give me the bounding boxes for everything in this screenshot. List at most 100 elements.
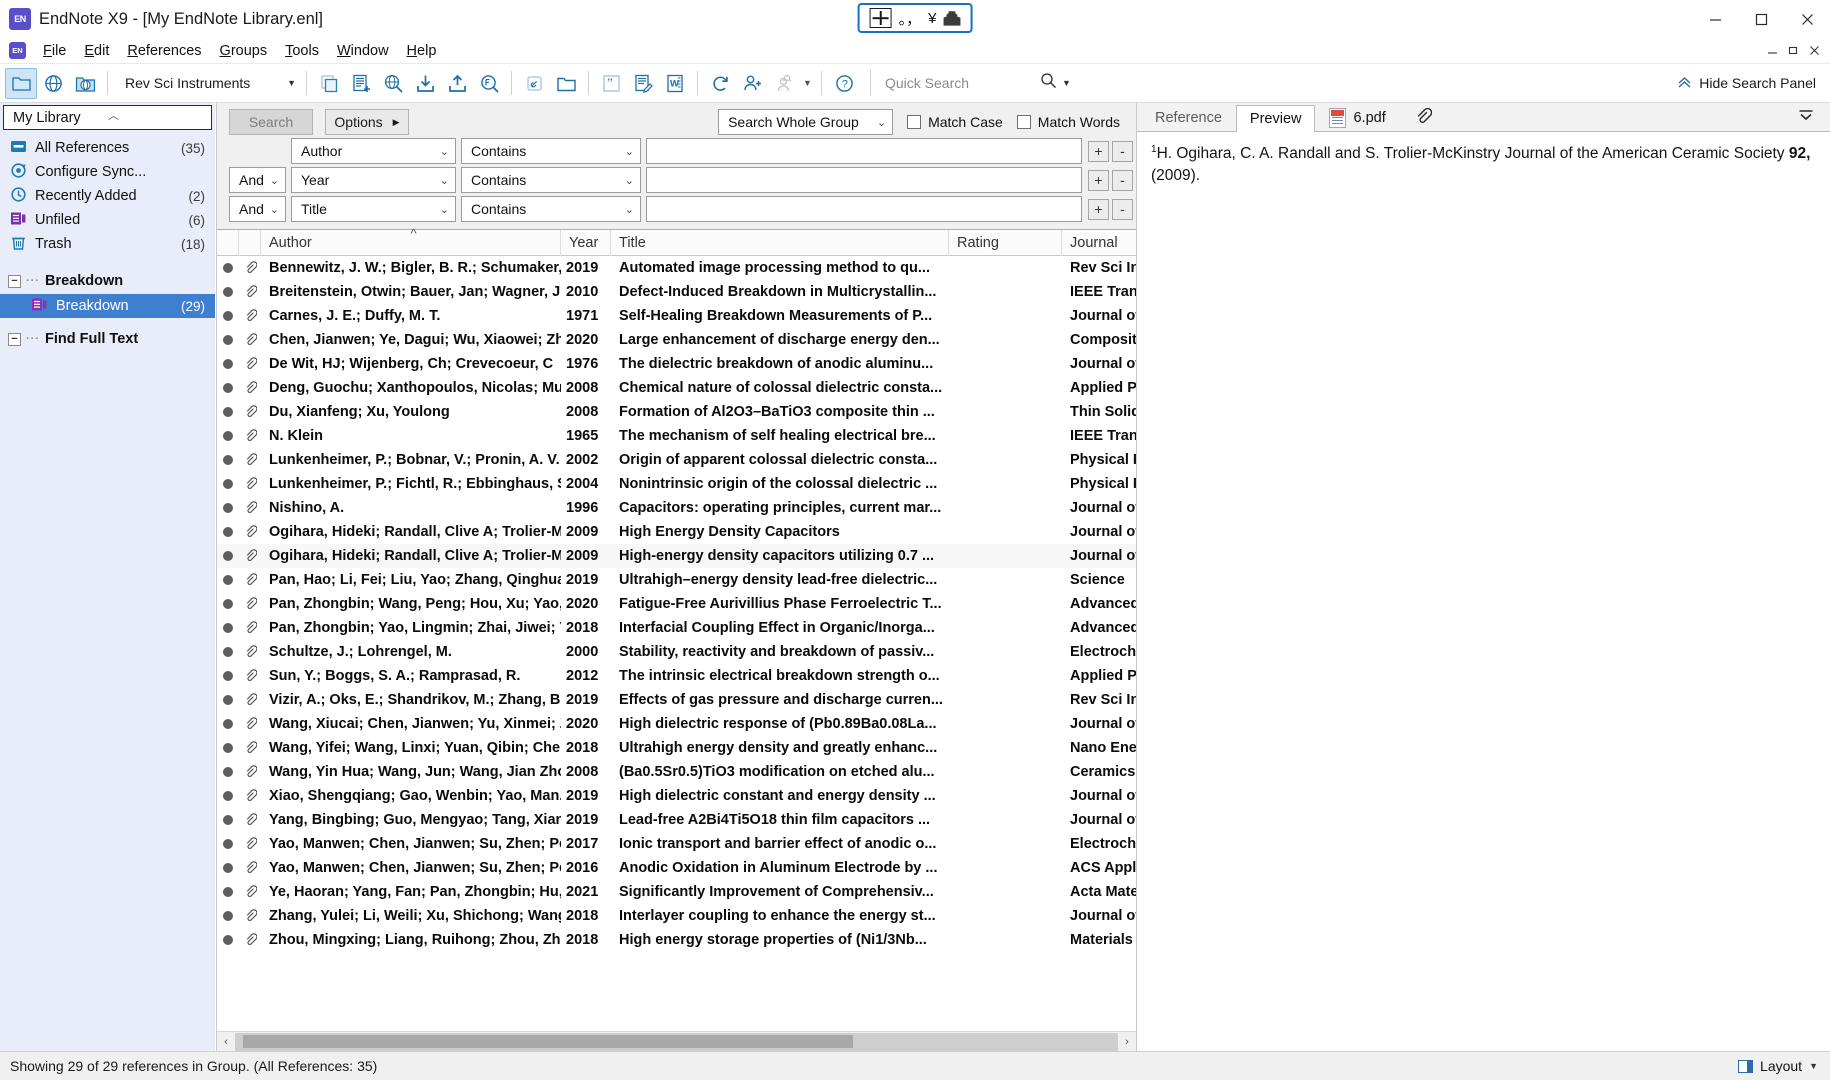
horizontal-scrollbar[interactable]: ‹ › [217,1031,1136,1051]
table-row[interactable]: Carnes, J. E.; Duffy, M. T. 1971 Self-Heal… [217,304,1136,328]
menu-item-edit[interactable]: Edit [75,41,118,61]
attachment-paperclip-icon[interactable] [239,712,261,736]
remove-search-row-button[interactable]: - [1112,198,1133,220]
sync-icon[interactable] [704,68,736,99]
table-row[interactable]: Wang, Yin Hua; Wang, Jun; Wang, Jian Zho… [217,760,1136,784]
export-icon[interactable] [441,68,473,99]
read-status-icon[interactable] [217,616,239,640]
table-row[interactable]: Ye, Haoran; Yang, Fan; Pan, Zhongbin; Hu… [217,880,1136,904]
add-search-row-button[interactable]: + [1088,140,1109,162]
menu-item-references[interactable]: References [118,41,210,61]
menu-item-tools[interactable]: Tools [276,41,328,61]
ime-toolbar[interactable]: 。， ¥ [857,3,973,33]
table-row[interactable]: Zhou, Mingxing; Liang, Ruihong; Zhou, Zh… [217,928,1136,952]
attachment-paperclip-icon[interactable] [239,256,261,280]
table-row[interactable]: Breitenstein, Otwin; Bauer, Jan; Wagner,… [217,280,1136,304]
remove-search-row-button[interactable]: - [1112,169,1133,191]
ime-punctuation-label[interactable]: 。， [899,8,922,29]
sidebar-item-all-references[interactable]: All References (35) [0,136,215,160]
column-header-journal[interactable]: Journal [1062,230,1136,256]
layout-button[interactable]: Layout ▼ [1738,1058,1830,1074]
attachment-paperclip-icon[interactable] [239,880,261,904]
search-operator-select[interactable]: Contains ⌄ [461,167,641,193]
attachment-paperclip-icon[interactable] [239,424,261,448]
attachment-paperclip-icon[interactable] [239,496,261,520]
table-row[interactable]: Vizir, A.; Oks, E.; Shandrikov, M.; Zhan… [217,688,1136,712]
options-button[interactable]: Options ▶ [325,109,409,135]
read-status-icon[interactable] [217,688,239,712]
sidebar-item-trash[interactable]: Trash (18) [0,232,215,256]
attachment-paperclip-icon[interactable] [239,352,261,376]
column-header-rating[interactable]: Rating [949,229,1062,256]
attachment-paperclip-icon[interactable] [239,856,261,880]
search-operator-select[interactable]: Contains ⌄ [461,196,641,222]
attachment-paperclip-icon[interactable] [239,592,261,616]
search-field-select[interactable]: Title ⌄ [291,196,456,222]
column-header-attachment[interactable] [239,229,261,256]
table-row[interactable]: Sun, Y.; Boggs, S. A.; Ramprasad, R. 2012… [217,664,1136,688]
match-case-checkbox[interactable]: Match Case [907,114,1003,130]
share-icon[interactable] [736,68,768,99]
import-icon[interactable] [409,68,441,99]
menu-item-file[interactable]: File [34,41,75,61]
search-operator-select[interactable]: Contains ⌄ [461,138,641,164]
read-status-icon[interactable] [217,424,239,448]
table-row[interactable]: Pan, Zhongbin; Yao, Lingmin; Zhai, Jiwei… [217,616,1136,640]
attachment-paperclip-icon[interactable] [239,928,261,952]
read-status-icon[interactable] [217,520,239,544]
attachment-paperclip-icon[interactable] [239,400,261,424]
attachment-paperclip-icon[interactable] [239,664,261,688]
edit-reference-icon[interactable] [627,68,659,99]
mdi-restore-button[interactable] [1784,41,1803,60]
new-reference-icon[interactable] [345,68,377,99]
attachment-paperclip-icon[interactable] [239,616,261,640]
search-scope-select[interactable]: Search Whole Group ⌄ [718,109,894,135]
scroll-left-icon[interactable]: ‹ [217,1033,235,1051]
table-row[interactable]: Lunkenheimer, P.; Fichtl, R.; Ebbinghaus… [217,472,1136,496]
attachment-paperclip-icon[interactable] [239,832,261,856]
read-status-icon[interactable] [217,376,239,400]
table-row[interactable]: Yang, Bingbing; Guo, Mengyao; Tang, Xian… [217,808,1136,832]
add-search-row-button[interactable]: + [1088,169,1109,191]
remove-search-row-button[interactable]: - [1112,140,1133,162]
attachment-paperclip-icon[interactable] [239,328,261,352]
table-row[interactable]: Nishino, A. 1996 Capacitors: operating pri… [217,496,1136,520]
menu-item-groups[interactable]: Groups [211,41,277,61]
read-status-icon[interactable] [217,784,239,808]
checkbox-box[interactable] [1016,115,1031,129]
read-status-icon[interactable] [217,592,239,616]
collapse-expander-icon[interactable]: − [8,274,21,288]
citation-style-combo[interactable]: Rev Sci Instruments ▼ [118,70,300,96]
table-row[interactable]: Zhang, Yulei; Li, Weili; Xu, Shichong; W… [217,904,1136,928]
add-search-row-button[interactable]: + [1088,198,1109,220]
read-status-icon[interactable] [217,904,239,928]
attachment-paperclip-icon[interactable] [239,736,261,760]
ime-mode-icon[interactable] [869,8,892,28]
table-row[interactable]: Wang, Xiucai; Chen, Jianwen; Yu, Xinmei;… [217,712,1136,736]
attachment-paperclip-icon[interactable] [239,376,261,400]
read-status-icon[interactable] [217,880,239,904]
collapse-expander-icon-2[interactable]: − [8,332,21,346]
table-row[interactable]: Xiao, Shengqiang; Gao, Wenbin; Yao, Man.… [217,784,1136,808]
search-field-select[interactable]: Author ⌄ [291,138,456,164]
close-button[interactable] [1784,0,1830,38]
chevron-up-icon[interactable]: ︿ [108,107,119,123]
table-row[interactable]: Chen, Jianwen; Ye, Dagui; Wu, Xiaowei; Z… [217,328,1136,352]
search-term-input[interactable] [646,138,1082,164]
read-status-icon[interactable] [217,664,239,688]
search-term-input[interactable] [646,196,1082,222]
table-row[interactable]: Pan, Hao; Li, Fei; Liu, Yao; Zhang, Qing… [217,568,1136,592]
attachment-paperclip-icon[interactable] [239,640,261,664]
table-row[interactable]: Ogihara, Hideki; Randall, Clive A; Troli… [217,520,1136,544]
table-row[interactable]: Lunkenheimer, P.; Bobnar, V.; Pronin, A.… [217,448,1136,472]
column-header-title[interactable]: Title [611,229,949,256]
table-row[interactable]: Pan, Zhongbin; Wang, Peng; Hou, Xu; Yao,… [217,592,1136,616]
read-status-icon[interactable] [217,472,239,496]
table-row[interactable]: Bennewitz, J. W.; Bigler, B. R.; Schumak… [217,256,1136,280]
search-icon[interactable] [1040,72,1057,94]
tab-reference[interactable]: Reference [1141,104,1236,131]
attachment-paperclip-icon[interactable] [239,280,261,304]
open-file-icon[interactable] [550,68,582,99]
link-icon[interactable] [518,68,550,99]
column-header-year[interactable]: Year [561,229,611,256]
